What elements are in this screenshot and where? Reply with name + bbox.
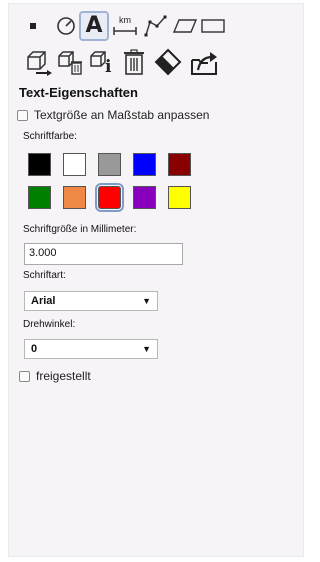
eraser-icon <box>154 48 182 76</box>
tool-move-object[interactable] <box>23 47 53 77</box>
font-size-label: Schriftgröße in Millimeter: <box>23 224 137 235</box>
rotation-value: 0 <box>31 343 38 355</box>
rotation-select[interactable]: 0 ▼ <box>24 339 158 359</box>
text-tool-icon: A <box>85 13 103 38</box>
free-standing-checkbox[interactable] <box>19 370 30 382</box>
scale-text-checkbox[interactable] <box>17 109 28 121</box>
color-swatch[interactable] <box>133 153 156 176</box>
rectangle-icon <box>201 18 225 34</box>
circle-tool-icon <box>56 16 76 36</box>
free-standing-option: freigestellt <box>19 369 91 383</box>
rotation-label: Drehwinkel: <box>23 319 76 330</box>
free-standing-label: freigestellt <box>36 369 91 383</box>
font-size-input[interactable]: 3.000 <box>24 243 183 265</box>
dropdown-arrow-icon: ▼ <box>142 296 151 306</box>
text-properties-panel: A km i Text-Eigenschaften Textgröße an M… <box>8 3 304 557</box>
color-swatch[interactable] <box>28 153 51 176</box>
tool-polygon[interactable] <box>172 13 198 39</box>
scale-text-label: Textgröße an Maßstab anpassen <box>34 108 210 122</box>
dropdown-arrow-icon: ▼ <box>142 344 151 354</box>
color-swatch[interactable] <box>168 186 191 209</box>
panel-title: Text-Eigenschaften <box>19 85 138 100</box>
font-family-select[interactable]: Arial ▼ <box>24 291 158 311</box>
tool-rectangle[interactable] <box>200 13 226 39</box>
toolbar-row-2: i <box>23 46 219 78</box>
color-swatch[interactable] <box>98 153 121 176</box>
font-family-value: Arial <box>31 295 56 307</box>
tool-point[interactable] <box>25 13 41 39</box>
color-swatch[interactable] <box>63 153 86 176</box>
point-icon <box>29 22 37 30</box>
color-swatch[interactable] <box>28 186 51 209</box>
polyline-icon <box>143 15 167 37</box>
polygon-icon <box>173 18 197 34</box>
color-palette <box>28 153 198 212</box>
object-info-icon: i <box>88 48 116 77</box>
color-swatch[interactable] <box>168 153 191 176</box>
export-icon <box>190 48 218 76</box>
font-color-label: Schriftfarbe: <box>23 131 77 142</box>
tool-measure[interactable]: km <box>112 13 138 39</box>
tool-delete-object[interactable] <box>55 47 85 77</box>
color-swatch[interactable] <box>95 183 124 212</box>
toolbar-row-1: A km <box>25 11 226 41</box>
tool-polyline[interactable] <box>142 13 168 39</box>
tool-eraser[interactable] <box>153 47 183 77</box>
trash-icon <box>123 49 145 75</box>
font-family-label: Schriftart: <box>23 270 66 281</box>
delete-object-icon <box>56 48 84 76</box>
tool-text[interactable]: A <box>79 11 109 41</box>
tool-export[interactable] <box>189 47 219 77</box>
color-swatch[interactable] <box>63 186 86 209</box>
tool-object-info[interactable]: i <box>87 47 117 77</box>
measure-distance-icon: km <box>113 15 137 37</box>
scale-text-option: Textgröße an Maßstab anpassen <box>17 108 209 122</box>
tool-trash[interactable] <box>121 47 147 77</box>
info-letter: i <box>105 57 112 77</box>
color-swatch[interactable] <box>133 186 156 209</box>
tool-circle[interactable] <box>55 13 77 39</box>
move-object-icon <box>24 48 52 76</box>
